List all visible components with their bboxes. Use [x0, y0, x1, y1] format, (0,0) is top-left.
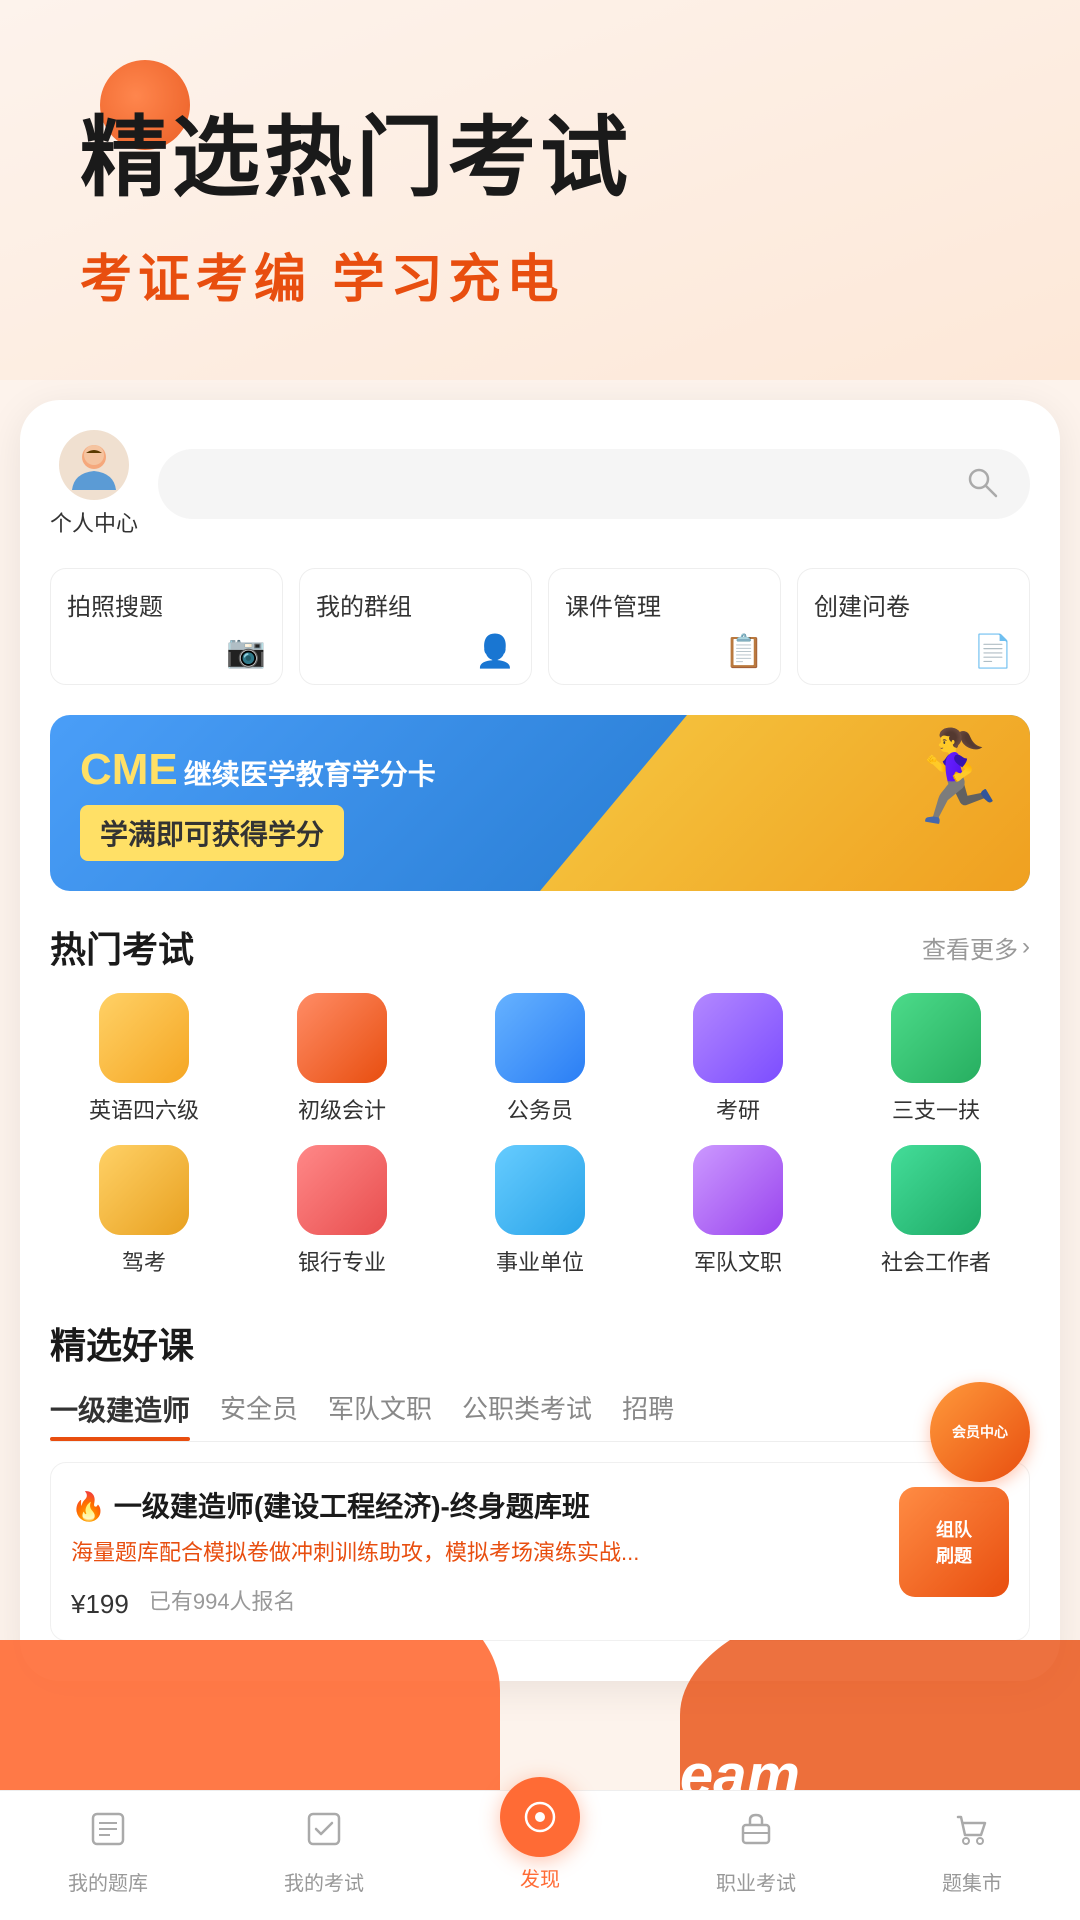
course-card-content: 🔥 一级建造师(建设工程经济)-终身题库班 海量题库配合模拟卷做冲刺训练助攻，模…	[71, 1487, 879, 1620]
exam-icon-military: 军	[693, 1145, 783, 1235]
exam-item-accounting[interactable]: 会 初级会计	[248, 993, 436, 1125]
nav-label-myexam: 我的考试	[284, 1867, 364, 1896]
tab-anquanyuan[interactable]: 安全员	[220, 1389, 298, 1441]
camera-icon: 📷	[226, 632, 266, 670]
exam-label-institution: 事业单位	[496, 1245, 584, 1277]
tab-jianzaoshi[interactable]: 一级建造师	[50, 1389, 190, 1441]
quick-actions: 拍照搜题 📷 我的群组 👤 课件管理 📋 创建问卷 📄	[20, 548, 1060, 705]
tab-jundui[interactable]: 军队文职	[328, 1389, 432, 1441]
market-icon	[950, 1807, 994, 1861]
course-name: 一级建造师(建设工程经济)-终身题库班	[114, 1487, 590, 1526]
nav-label-discover: 发现	[520, 1863, 560, 1892]
hot-exams-section: 热门考试 查看更多 › 英 英语四六级 会 初级会计 公 公务员 研 考研	[20, 911, 1060, 1277]
exam-item-banking[interactable]: 银 银行专业	[248, 1145, 436, 1277]
nav-label-mytiku: 我的题库	[68, 1867, 148, 1896]
quick-action-photo[interactable]: 拍照搜题 📷	[50, 568, 283, 685]
course-students: 已有994人报名	[149, 1584, 296, 1616]
quick-action-label-survey: 创建问卷	[814, 587, 910, 622]
survey-icon: 📄	[973, 632, 1013, 670]
nav-item-myexam[interactable]: 我的考试	[216, 1807, 432, 1896]
bottom-nav: 我的题库 我的考试 发现 职业考试	[0, 1790, 1080, 1920]
exam-item-institution[interactable]: 事 事业单位	[446, 1145, 634, 1277]
exam-item-english[interactable]: 英 英语四六级	[50, 993, 238, 1125]
exam-icon-sanzhiyifu: 扶	[891, 993, 981, 1083]
nav-label-market: 题集市	[942, 1867, 1002, 1896]
exam-label-military: 军队文职	[694, 1245, 782, 1277]
courses-title: 精选好课	[50, 1317, 1030, 1369]
exam-label-postgrad: 考研	[716, 1093, 760, 1125]
course-tabs: 一级建造师 安全员 军队文职 公职类考试 招聘	[50, 1389, 1030, 1442]
quick-action-label-group: 我的群组	[316, 587, 412, 622]
course-price: ¥199	[71, 1589, 129, 1620]
hero-section: 精选热门考试 考证考编 学习充电	[0, 0, 1080, 380]
banner-cme-label: CME	[80, 745, 178, 795]
exam-label-accounting: 初级会计	[298, 1093, 386, 1125]
exam-icon-banking: 银	[297, 1145, 387, 1235]
exam-icon-social: 社	[891, 1145, 981, 1235]
myexam-icon	[302, 1807, 346, 1861]
course-desc: 海量题库配合模拟卷做冲刺训练助攻，模拟考场演练实战...	[71, 1536, 879, 1569]
exam-icon-english: 英	[99, 993, 189, 1083]
career-icon	[734, 1807, 778, 1861]
hero-title: 精选热门考试	[80, 110, 1020, 207]
banner-subtitle: 学满即可获得学分	[80, 805, 344, 861]
hot-exams-title: 热门考试	[50, 921, 194, 973]
app-header: 个人中心	[20, 400, 1060, 548]
exam-item-military[interactable]: 军 军队文职	[644, 1145, 832, 1277]
banner-figure: 🏃‍♀️	[898, 725, 1010, 830]
exam-icon-postgrad: 研	[693, 993, 783, 1083]
banner-content: CME 继续医学教育学分卡 学满即可获得学分	[80, 745, 436, 861]
courseware-icon: 📋	[724, 632, 764, 670]
banner-title: 继续医学教育学分卡	[184, 753, 436, 793]
exam-item-civil[interactable]: 公 公务员	[446, 993, 634, 1125]
quick-action-group[interactable]: 我的群组 👤	[299, 568, 532, 685]
quick-action-survey[interactable]: 创建问卷 📄	[797, 568, 1030, 685]
exam-item-sanzhiyifu[interactable]: 扶 三支一扶	[842, 993, 1030, 1125]
hot-exams-more[interactable]: 查看更多 ›	[922, 930, 1030, 965]
vip-center-button[interactable]: 会员中心	[930, 1382, 1030, 1482]
quick-action-label-courseware: 课件管理	[565, 587, 661, 622]
nav-item-mytiku[interactable]: 我的题库	[0, 1807, 216, 1896]
avatar-label: 个人中心	[50, 506, 138, 538]
avatar	[59, 430, 129, 500]
tab-gongzhi[interactable]: 公职类考试	[462, 1389, 592, 1441]
nav-label-career: 职业考试	[716, 1867, 796, 1896]
exam-item-driving[interactable]: 驾 驾考	[50, 1145, 238, 1277]
exam-icon-institution: 事	[495, 1145, 585, 1235]
chevron-right-icon: ›	[1022, 933, 1030, 961]
exam-icon-accounting: 会	[297, 993, 387, 1083]
group-icon: 👤	[475, 632, 515, 670]
hero-subtitle: 考证考编 学习充电	[80, 237, 1020, 312]
exam-icon-driving: 驾	[99, 1145, 189, 1235]
search-bar[interactable]	[158, 449, 1030, 519]
courses-section: 精选好课 一级建造师 安全员 军队文职 公职类考试 招聘 会员中心 🔥 一级建造…	[20, 1297, 1060, 1641]
exam-label-driving: 驾考	[122, 1245, 166, 1277]
exam-item-postgrad[interactable]: 研 考研	[644, 993, 832, 1125]
fire-icon: 🔥	[71, 1490, 106, 1523]
quick-action-label-photo: 拍照搜题	[67, 587, 163, 622]
exam-label-english: 英语四六级	[89, 1093, 199, 1125]
search-icon[interactable]	[964, 464, 1000, 505]
course-badge: 组队 刷题	[899, 1487, 1009, 1597]
nav-item-market[interactable]: 题集市	[864, 1807, 1080, 1896]
discover-center-button[interactable]	[500, 1777, 580, 1857]
exam-label-civil: 公务员	[507, 1093, 573, 1125]
avatar-wrap[interactable]: 个人中心	[50, 430, 138, 538]
exam-grid: 英 英语四六级 会 初级会计 公 公务员 研 考研 扶 三支一扶 驾	[50, 993, 1030, 1277]
app-card: 个人中心 拍照搜题 📷 我的群组 👤 课件管理 📋 创建问卷 📄	[20, 400, 1060, 1681]
promo-banner[interactable]: CME 继续医学教育学分卡 学满即可获得学分 🏃‍♀️	[50, 715, 1030, 891]
nav-item-discover[interactable]: 发现	[432, 1807, 648, 1896]
tiku-icon	[86, 1807, 130, 1861]
course-card[interactable]: 🔥 一级建造师(建设工程经济)-终身题库班 海量题库配合模拟卷做冲刺训练助攻，模…	[50, 1462, 1030, 1641]
exam-item-social[interactable]: 社 社会工作者	[842, 1145, 1030, 1277]
tab-zhaopin[interactable]: 招聘	[622, 1389, 674, 1441]
exam-icon-civil: 公	[495, 993, 585, 1083]
exam-label-social: 社会工作者	[881, 1245, 991, 1277]
nav-item-career[interactable]: 职业考试	[648, 1807, 864, 1896]
quick-action-courseware[interactable]: 课件管理 📋	[548, 568, 781, 685]
exam-label-banking: 银行专业	[298, 1245, 386, 1277]
exam-label-sanzhiyifu: 三支一扶	[892, 1093, 980, 1125]
